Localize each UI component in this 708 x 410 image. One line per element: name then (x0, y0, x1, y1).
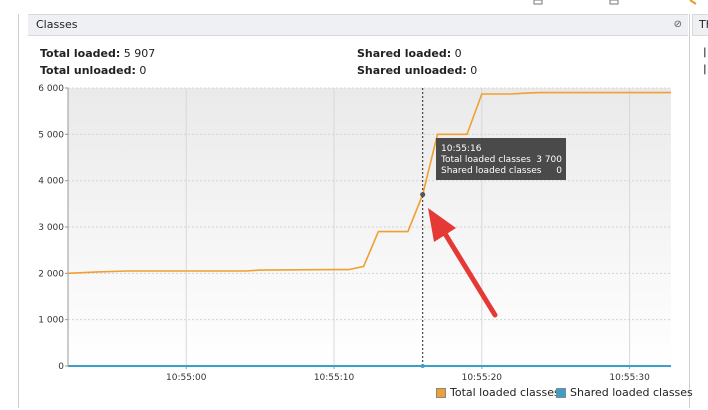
x-tick-label: 10:55:30 (609, 373, 650, 383)
x-tick-label: 10:55:20 (462, 373, 503, 383)
legend-shared-label: Shared loaded classes (570, 386, 693, 399)
y-tick-label: 5 000 (38, 130, 64, 140)
tooltip-shared-label: Shared loaded classes (441, 166, 542, 176)
tooltip-total-label: Total loaded classes (440, 155, 531, 165)
y-tick-label: 2 000 (38, 269, 64, 279)
x-tick-label: 10:55:00 (166, 373, 207, 383)
cursor-point (420, 192, 426, 198)
x-tick-label: 10:55:10 (314, 373, 355, 383)
legend-shared-swatch (556, 387, 566, 398)
legend-total: Total loaded classes (436, 386, 560, 399)
legend-shared: Shared loaded classes (556, 386, 693, 399)
cursor-point-shared (420, 364, 425, 368)
y-tick-label: 0 (58, 362, 64, 372)
tooltip-shared-value: 0 (556, 166, 562, 176)
tooltip-time: 10:55:16 (441, 144, 482, 154)
tooltip-total-value: 3 700 (536, 155, 562, 165)
y-tick-label: 6 000 (38, 84, 64, 94)
legend-total-label: Total loaded classes (450, 386, 560, 399)
y-tick-label: 1 000 (38, 316, 64, 326)
classes-chart[interactable]: 0 1 000 2 000 3 000 4 000 5 000 6 000 10:55:00… (0, 0, 708, 384)
y-tick-label: 3 000 (38, 223, 64, 233)
y-tick-label: 4 000 (38, 177, 64, 187)
chart-tooltip: 10:55:16 Total loaded classes 3 700 Shar… (436, 138, 566, 180)
legend-total-swatch (436, 387, 446, 398)
